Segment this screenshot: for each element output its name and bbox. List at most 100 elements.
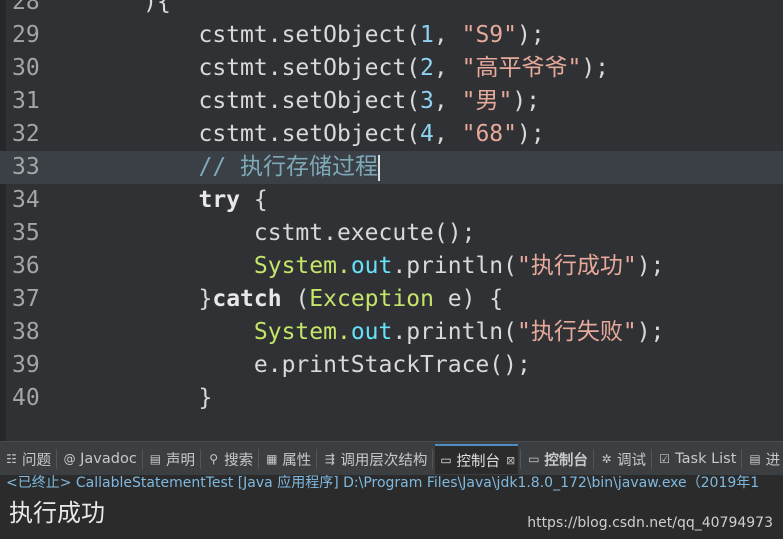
code-token: "S9" [461, 22, 517, 48]
problems-icon: ☷ [6, 452, 17, 466]
console-panel[interactable]: 执行成功 https://blog.csdn.net/qq_40794973 [0, 492, 783, 539]
code-token: "男" [461, 88, 513, 114]
line-number: 28 [12, 0, 40, 15]
call-hierarchy-icon: ⇶ [324, 452, 335, 466]
tab-search[interactable]: ⚲ 搜索 [202, 444, 256, 474]
line-number: 33 [12, 154, 40, 180]
code-text: cstmt.setObject(3, "男"); [60, 85, 540, 118]
code-token: cstmt.execute(); [253, 220, 476, 246]
code-token: out [350, 253, 393, 279]
line-number: 32 [12, 121, 40, 147]
code-token: , [433, 121, 462, 147]
code-token: ); [517, 121, 545, 147]
code-line: 35 cstmt.execute(); [0, 217, 783, 250]
tab-label: 搜索 [224, 452, 254, 469]
tab-progress[interactable]: ▤ 进 [744, 444, 783, 474]
tab-label: 调用层次结构 [340, 452, 428, 469]
tab-label: Javadoc [80, 451, 137, 467]
tab-console[interactable]: ▭ 控制台 ⊠ [434, 444, 519, 474]
code-token: 4 [420, 121, 434, 147]
code-line: 30 cstmt.setObject(2, "高平爷爷"); [0, 52, 783, 85]
code-token: cstmt.setObject( [198, 55, 421, 81]
code-line: 37 }catch (Exception e) { [0, 283, 783, 316]
watermark: https://blog.csdn.net/qq_40794973 [527, 515, 773, 531]
code-text: ){ [60, 0, 171, 19]
code-editor[interactable]: 28 ){29 cstmt.setObject(1, "S9"); 30 cstm… [0, 0, 783, 441]
code-token: ){ [143, 0, 171, 15]
search-icon: ⚲ [209, 452, 218, 466]
properties-icon: ▦ [266, 452, 278, 466]
tab-label: 调试 [617, 452, 647, 469]
line-number: 29 [12, 22, 40, 48]
code-line: 38 System.out.println("执行失败"); [0, 316, 783, 349]
tab-console[interactable]: ▭ 控制台 [522, 444, 591, 474]
tab-task-list[interactable]: ☑ Task List [653, 444, 739, 474]
console-output: 执行成功 [9, 499, 105, 527]
code-token: "执行失败" [516, 319, 637, 345]
code-token: ); [636, 253, 665, 279]
code-token: } [198, 385, 213, 411]
code-token: ); [512, 88, 541, 114]
line-number: 30 [12, 55, 40, 81]
tab-label: Task List [675, 451, 737, 467]
tab-call-hierarchy[interactable]: ⇶ 调用层次结构 [318, 444, 430, 474]
code-text: System.out.println("执行成功"); [60, 250, 665, 283]
line-number: 37 [12, 286, 40, 312]
code-token: cstmt.setObject( [198, 22, 421, 48]
tab-javadoc[interactable]: @ Javadoc [58, 444, 140, 474]
code-token: ); [517, 22, 545, 48]
code-token: 3 [420, 88, 434, 114]
code-text: // 执行存储过程 [60, 151, 381, 184]
line-number: 36 [12, 253, 40, 279]
code-line: 28 ){ [0, 0, 783, 19]
line-number: 38 [12, 319, 40, 345]
tab-declaration[interactable]: ▤ 声明 [144, 444, 198, 474]
tab-label: 声明 [165, 452, 195, 469]
code-token: } [198, 286, 213, 312]
tab-label: 控制台 [544, 452, 588, 469]
text-caret [378, 154, 381, 181]
code-line: 39 e.printStackTrace(); [0, 349, 783, 382]
line-number: 40 [12, 385, 40, 411]
code-token: "68" [461, 121, 517, 147]
code-token: , [433, 22, 462, 48]
view-tab-bar: ☷ 问题 @ Javadoc ▤ 声明 ⚲ 搜索 ▦ 属性 ⇶ 调用层次结构 ▭ 控制台 ⊠ ▭ 控制台 ✲ 调试 ☑… [0, 441, 783, 476]
code-token: { [240, 187, 268, 213]
code-text: e.printStackTrace(); [60, 349, 531, 382]
debug-icon: ✲ [601, 452, 612, 466]
tab-problems[interactable]: ☷ 问题 [0, 444, 54, 474]
code-line: 29 cstmt.setObject(1, "S9"); [0, 19, 783, 52]
tab-properties[interactable]: ▦ 属性 [260, 444, 314, 474]
code-text: } [60, 382, 212, 415]
code-line: 40 } [0, 382, 783, 415]
code-token: cstmt.setObject( [198, 121, 421, 147]
code-token: "执行成功" [516, 253, 637, 279]
declaration-icon: ▤ [149, 452, 162, 466]
console-icon: ▭ [528, 452, 540, 466]
code-line: 34 try { [0, 184, 783, 217]
tab-label: 控制台 [456, 453, 501, 470]
code-token: ); [581, 55, 610, 81]
tab-debug[interactable]: ✲ 调试 [595, 444, 649, 474]
console-icon: ▭ [440, 453, 452, 467]
code-token: out [350, 319, 393, 345]
code-token: e.printStackTrace(); [253, 352, 531, 378]
task-list-icon: ☑ [659, 452, 671, 466]
code-token: .println( [392, 319, 517, 345]
tab-label: 问题 [22, 452, 51, 469]
close-icon[interactable]: ⊠ [506, 454, 515, 467]
code-token: try [198, 187, 241, 213]
tab-label: 进 [765, 452, 781, 469]
code-token: catch [212, 286, 282, 312]
